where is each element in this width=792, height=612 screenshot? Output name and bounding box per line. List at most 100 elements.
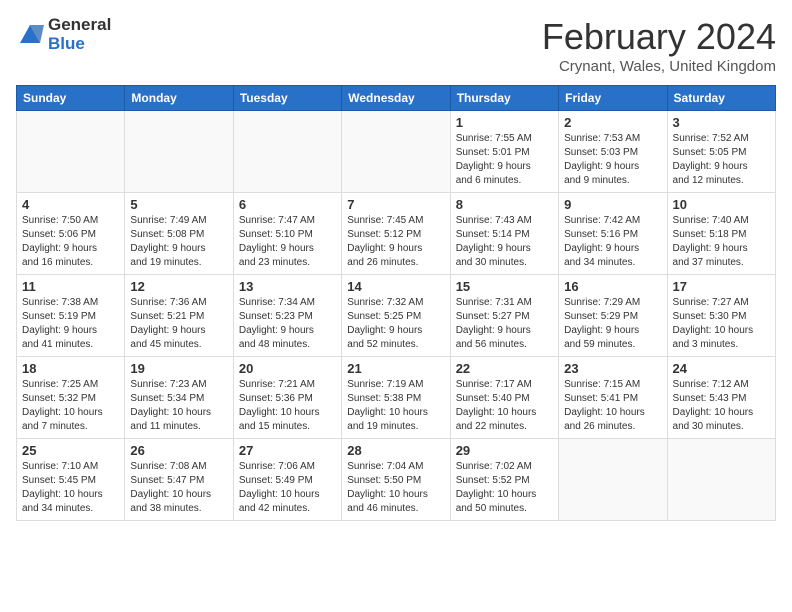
day-number: 14 bbox=[347, 279, 444, 294]
calendar-cell: 21 Sunrise: 7:19 AM Sunset: 5:38 PM Dayli… bbox=[342, 357, 450, 439]
week-row-4: 18 Sunrise: 7:25 AM Sunset: 5:32 PM Dayli… bbox=[17, 357, 776, 439]
calendar-cell: 27 Sunrise: 7:06 AM Sunset: 5:49 PM Dayli… bbox=[233, 439, 341, 521]
day-info: Sunrise: 7:17 AM Sunset: 5:40 PM Dayligh… bbox=[456, 378, 553, 434]
day-info: Sunrise: 7:42 AM Sunset: 5:16 PM Dayligh… bbox=[564, 214, 661, 270]
calendar-cell bbox=[667, 439, 775, 521]
weekday-header-friday: Friday bbox=[559, 86, 667, 111]
day-info: Sunrise: 7:08 AM Sunset: 5:47 PM Dayligh… bbox=[130, 460, 227, 516]
calendar-cell: 10 Sunrise: 7:40 AM Sunset: 5:18 PM Dayli… bbox=[667, 193, 775, 275]
calendar-cell: 15 Sunrise: 7:31 AM Sunset: 5:27 PM Dayli… bbox=[450, 275, 558, 357]
logo-general-text: General bbox=[48, 16, 111, 35]
calendar-cell: 9 Sunrise: 7:42 AM Sunset: 5:16 PM Daylig… bbox=[559, 193, 667, 275]
day-number: 23 bbox=[564, 361, 661, 376]
day-info: Sunrise: 7:53 AM Sunset: 5:03 PM Dayligh… bbox=[564, 132, 661, 188]
calendar-cell: 29 Sunrise: 7:02 AM Sunset: 5:52 PM Dayli… bbox=[450, 439, 558, 521]
day-info: Sunrise: 7:21 AM Sunset: 5:36 PM Dayligh… bbox=[239, 378, 336, 434]
weekday-header-saturday: Saturday bbox=[667, 86, 775, 111]
calendar-cell: 22 Sunrise: 7:17 AM Sunset: 5:40 PM Dayli… bbox=[450, 357, 558, 439]
day-info: Sunrise: 7:34 AM Sunset: 5:23 PM Dayligh… bbox=[239, 296, 336, 352]
page-header: General Blue February 2024 Crynant, Wale… bbox=[16, 16, 776, 75]
weekday-header-thursday: Thursday bbox=[450, 86, 558, 111]
week-row-5: 25Sunrise: 7:10 AM Sunset: 5:45 PM Dayli… bbox=[17, 439, 776, 521]
day-info: Sunrise: 7:31 AM Sunset: 5:27 PM Dayligh… bbox=[456, 296, 553, 352]
title-block: February 2024 Crynant, Wales, United Kin… bbox=[542, 16, 776, 75]
calendar-cell: 3 Sunrise: 7:52 AM Sunset: 5:05 PM Daylig… bbox=[667, 111, 775, 193]
day-number: 28 bbox=[347, 443, 444, 458]
day-number: 21 bbox=[347, 361, 444, 376]
weekday-header-tuesday: Tuesday bbox=[233, 86, 341, 111]
day-number: 17 bbox=[673, 279, 770, 294]
day-info: Sunrise: 7:23 AM Sunset: 5:34 PM Dayligh… bbox=[130, 378, 227, 434]
calendar-cell bbox=[559, 439, 667, 521]
day-number: 25 bbox=[22, 443, 119, 458]
day-number: 3 bbox=[673, 115, 770, 130]
weekday-header-row: SundayMondayTuesdayWednesdayThursdayFrid… bbox=[17, 86, 776, 111]
day-number: 2 bbox=[564, 115, 661, 130]
calendar-cell: 11 Sunrise: 7:38 AM Sunset: 5:19 PM Dayli… bbox=[17, 275, 125, 357]
day-info: Sunrise: 7:36 AM Sunset: 5:21 PM Dayligh… bbox=[130, 296, 227, 352]
day-info: Sunrise: 7:40 AM Sunset: 5:18 PM Dayligh… bbox=[673, 214, 770, 270]
calendar-cell: 7Sunrise: 7:45 AM Sunset: 5:12 PM Daylig… bbox=[342, 193, 450, 275]
day-number: 8 bbox=[456, 197, 553, 212]
day-info: Sunrise: 7:52 AM Sunset: 5:05 PM Dayligh… bbox=[673, 132, 770, 188]
month-title: February 2024 bbox=[542, 16, 776, 58]
calendar-cell: 2 Sunrise: 7:53 AM Sunset: 5:03 PM Daylig… bbox=[559, 111, 667, 193]
day-number: 19 bbox=[130, 361, 227, 376]
calendar-cell: 6 Sunrise: 7:47 AM Sunset: 5:10 PM Daylig… bbox=[233, 193, 341, 275]
day-info: Sunrise: 7:43 AM Sunset: 5:14 PM Dayligh… bbox=[456, 214, 553, 270]
day-info: Sunrise: 7:29 AM Sunset: 5:29 PM Dayligh… bbox=[564, 296, 661, 352]
logo-icon bbox=[16, 21, 44, 49]
calendar-cell: 18 Sunrise: 7:25 AM Sunset: 5:32 PM Dayli… bbox=[17, 357, 125, 439]
day-info: Sunrise: 7:25 AM Sunset: 5:32 PM Dayligh… bbox=[22, 378, 119, 434]
calendar-cell: 4 Sunrise: 7:50 AM Sunset: 5:06 PM Daylig… bbox=[17, 193, 125, 275]
day-info: Sunrise: 7:06 AM Sunset: 5:49 PM Dayligh… bbox=[239, 460, 336, 516]
calendar-cell: 13Sunrise: 7:34 AM Sunset: 5:23 PM Dayli… bbox=[233, 275, 341, 357]
calendar-cell: 28 Sunrise: 7:04 AM Sunset: 5:50 PM Dayli… bbox=[342, 439, 450, 521]
day-info: Sunrise: 7:19 AM Sunset: 5:38 PM Dayligh… bbox=[347, 378, 444, 434]
day-number: 1 bbox=[456, 115, 553, 130]
day-info: Sunrise: 7:32 AM Sunset: 5:25 PM Dayligh… bbox=[347, 296, 444, 352]
calendar-cell: 14 Sunrise: 7:32 AM Sunset: 5:25 PM Dayli… bbox=[342, 275, 450, 357]
calendar-cell: 16 Sunrise: 7:29 AM Sunset: 5:29 PM Dayli… bbox=[559, 275, 667, 357]
calendar-cell: 26 Sunrise: 7:08 AM Sunset: 5:47 PM Dayli… bbox=[125, 439, 233, 521]
day-number: 9 bbox=[564, 197, 661, 212]
day-number: 6 bbox=[239, 197, 336, 212]
day-info: Sunrise: 7:50 AM Sunset: 5:06 PM Dayligh… bbox=[22, 214, 119, 270]
weekday-header-monday: Monday bbox=[125, 86, 233, 111]
calendar-cell: 25Sunrise: 7:10 AM Sunset: 5:45 PM Dayli… bbox=[17, 439, 125, 521]
day-number: 24 bbox=[673, 361, 770, 376]
location: Crynant, Wales, United Kingdom bbox=[542, 58, 776, 75]
calendar-cell: 19 Sunrise: 7:23 AM Sunset: 5:34 PM Dayli… bbox=[125, 357, 233, 439]
logo: General Blue bbox=[16, 16, 111, 53]
weekday-header-sunday: Sunday bbox=[17, 86, 125, 111]
day-info: Sunrise: 7:47 AM Sunset: 5:10 PM Dayligh… bbox=[239, 214, 336, 270]
day-number: 18 bbox=[22, 361, 119, 376]
day-number: 22 bbox=[456, 361, 553, 376]
day-info: Sunrise: 7:04 AM Sunset: 5:50 PM Dayligh… bbox=[347, 460, 444, 516]
day-info: Sunrise: 7:15 AM Sunset: 5:41 PM Dayligh… bbox=[564, 378, 661, 434]
calendar-cell bbox=[125, 111, 233, 193]
day-number: 11 bbox=[22, 279, 119, 294]
day-info: Sunrise: 7:02 AM Sunset: 5:52 PM Dayligh… bbox=[456, 460, 553, 516]
calendar-cell: 24 Sunrise: 7:12 AM Sunset: 5:43 PM Dayli… bbox=[667, 357, 775, 439]
day-number: 29 bbox=[456, 443, 553, 458]
day-number: 4 bbox=[22, 197, 119, 212]
day-number: 16 bbox=[564, 279, 661, 294]
calendar-cell bbox=[233, 111, 341, 193]
day-info: Sunrise: 7:12 AM Sunset: 5:43 PM Dayligh… bbox=[673, 378, 770, 434]
week-row-3: 11 Sunrise: 7:38 AM Sunset: 5:19 PM Dayli… bbox=[17, 275, 776, 357]
weekday-header-wednesday: Wednesday bbox=[342, 86, 450, 111]
logo-blue-text: Blue bbox=[48, 35, 111, 54]
calendar-cell: 23 Sunrise: 7:15 AM Sunset: 5:41 PM Dayli… bbox=[559, 357, 667, 439]
day-number: 10 bbox=[673, 197, 770, 212]
day-number: 5 bbox=[130, 197, 227, 212]
day-number: 27 bbox=[239, 443, 336, 458]
calendar-cell: 8 Sunrise: 7:43 AM Sunset: 5:14 PM Daylig… bbox=[450, 193, 558, 275]
day-info: Sunrise: 7:38 AM Sunset: 5:19 PM Dayligh… bbox=[22, 296, 119, 352]
calendar-cell: 17Sunrise: 7:27 AM Sunset: 5:30 PM Dayli… bbox=[667, 275, 775, 357]
calendar-table: SundayMondayTuesdayWednesdayThursdayFrid… bbox=[16, 85, 776, 521]
calendar-cell: 12Sunrise: 7:36 AM Sunset: 5:21 PM Dayli… bbox=[125, 275, 233, 357]
calendar-cell: 20Sunrise: 7:21 AM Sunset: 5:36 PM Dayli… bbox=[233, 357, 341, 439]
day-number: 15 bbox=[456, 279, 553, 294]
day-number: 26 bbox=[130, 443, 227, 458]
